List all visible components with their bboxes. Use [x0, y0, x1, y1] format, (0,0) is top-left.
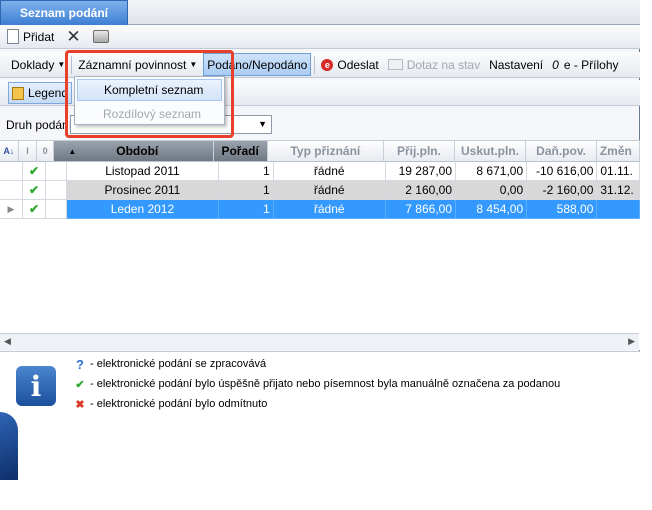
decor-swoosh: [0, 412, 18, 480]
paperclip-icon: 0: [552, 57, 559, 72]
header-label: Daň.pov.: [536, 144, 586, 158]
cell-dan: 588,00: [527, 200, 598, 219]
accepted-check-icon: ✔: [23, 181, 47, 200]
header-label: Uskut.pln.: [460, 144, 519, 158]
accepted-check-icon: ✔: [75, 378, 85, 391]
cell-zmena: 01.11.: [597, 162, 640, 181]
column-header-typ[interactable]: Typ přiznání: [267, 141, 385, 162]
send-icon: e: [321, 58, 334, 71]
cell-obdobi: Listopad 2011: [67, 162, 219, 181]
sort-asc-icon: ▲: [68, 146, 77, 156]
cell-poradi: 1: [218, 181, 274, 200]
legend-item: ? - elektronické podání se zpracovává: [70, 354, 630, 374]
print-button[interactable]: [90, 26, 112, 48]
cell-uskut: 8 671,00: [456, 162, 528, 181]
application-window: Seznam podání Přidat ✕ Doklady ▼ Záznamn…: [0, 0, 641, 480]
legend-text: - elektronické podání se zpracovává: [90, 358, 267, 370]
column-header-prij[interactable]: Přij.pln.: [384, 141, 455, 162]
druh-podani-label: Druh podání: [6, 118, 73, 132]
header-label: Změn: [599, 144, 632, 158]
chevron-down-icon: ▼: [258, 119, 267, 129]
cell-zmena: [597, 200, 640, 219]
column-header-obdobi[interactable]: ▲ Období: [53, 141, 214, 162]
nastaveni-label: Nastavení: [489, 57, 544, 72]
rejected-cross-icon: ✖: [75, 398, 85, 411]
scroll-left-icon[interactable]: ◀: [4, 336, 11, 347]
highlight-callout-box: [65, 50, 234, 138]
cell-poradi: 1: [218, 200, 274, 219]
toolbar-separator: [314, 55, 316, 74]
cell-prij: 7 866,00: [385, 200, 457, 219]
legend-item: ✖ - elektronické podání bylo odmítnuto: [70, 394, 630, 414]
table-row[interactable]: ✔ Listopad 2011 1 řádné 19 287,00 8 671,…: [0, 162, 640, 181]
legend-panel: i ? - elektronické podání se zpracovává …: [0, 351, 640, 480]
attachment-column-header[interactable]: 0: [37, 141, 54, 162]
dotaz-na-stav-button[interactable]: Dotaz na stav: [385, 54, 483, 76]
table-row-selected[interactable]: ▶ ✔ Leden 2012 1 řádné 7 866,00 8 454,00…: [0, 200, 640, 219]
processing-question-icon: ?: [76, 356, 84, 372]
column-header-uskut[interactable]: Uskut.pln.: [454, 141, 527, 162]
info-icon: i: [16, 366, 56, 406]
cell-typ: řádné: [273, 200, 386, 219]
legend-list: ? - elektronické podání se zpracovává ✔ …: [70, 354, 630, 414]
close-icon: ✕: [66, 26, 81, 46]
legend-label: Legend: [27, 86, 68, 100]
header-label: Typ přiznání: [290, 144, 361, 158]
new-document-icon: [7, 29, 19, 44]
cell-prij: 2 160,00: [385, 181, 457, 200]
cell-obdobi: Prosinec 2011: [67, 181, 219, 200]
toolbar-main: Přidat ✕: [0, 25, 640, 49]
column-header-dan[interactable]: Daň.pov.: [526, 141, 597, 162]
header-label: Pořadí: [221, 144, 259, 158]
legend-text: - elektronické podání bylo odmítnuto: [90, 398, 268, 410]
add-button-label: Přidat: [23, 29, 55, 44]
cell-dan: -2 160,00: [527, 181, 598, 200]
cell-uskut: 8 454,00: [456, 200, 528, 219]
status-column-header[interactable]: I: [18, 141, 38, 162]
tab-strip: Seznam podání: [0, 0, 640, 25]
envelope-icon: [387, 59, 403, 70]
cell-uskut: 0,00: [456, 181, 528, 200]
odeslat-button[interactable]: e Odeslat: [318, 54, 381, 76]
doklady-dropdown[interactable]: Doklady ▼: [8, 54, 68, 76]
printer-icon: [92, 30, 109, 43]
dotaz-label: Dotaz na stav: [406, 57, 481, 72]
header-label: Období: [116, 144, 159, 158]
cell-obdobi: Leden 2012: [67, 200, 219, 219]
legend-item: ✔ - elektronické podání bylo úspěšně při…: [70, 374, 630, 394]
cell-zmena: 31.12.: [597, 181, 640, 200]
grid-header: A↓ I 0 ▲ Období Pořadí Typ přiznání Přij.…: [0, 141, 641, 162]
table-row[interactable]: ✔ Prosinec 2011 1 řádné 2 160,00 0,00 -2…: [0, 181, 640, 200]
scroll-right-icon[interactable]: ▶: [628, 336, 635, 347]
prilohy-label: e - Přílohy: [563, 57, 619, 72]
column-header-zmena[interactable]: Změn: [596, 141, 641, 162]
add-button[interactable]: Přidat: [4, 26, 57, 48]
cell-typ: řádné: [273, 162, 386, 181]
nastaveni-button[interactable]: Nastavení: [486, 54, 546, 76]
accepted-check-icon: ✔: [23, 162, 47, 181]
delete-button[interactable]: ✕: [63, 26, 83, 48]
cell-poradi: 1: [218, 162, 274, 181]
cell-prij: 19 287,00: [385, 162, 457, 181]
legend-text: - elektronické podání bylo úspěšně přija…: [90, 378, 561, 390]
header-label: Přij.pln.: [396, 144, 441, 158]
legend-icon: [12, 86, 24, 100]
legend-toggle-button[interactable]: Legend: [8, 82, 72, 104]
row-pointer-icon: ▶: [0, 200, 24, 219]
odeslat-label: Odeslat: [337, 57, 379, 72]
prilohy-button[interactable]: 0 e - Přílohy: [549, 54, 621, 76]
sort-az-icon[interactable]: A↓: [0, 141, 19, 162]
accepted-check-icon: ✔: [23, 200, 47, 219]
tab-seznam-podani[interactable]: Seznam podání: [0, 0, 128, 25]
cell-typ: řádné: [273, 181, 386, 200]
column-header-poradi[interactable]: Pořadí: [213, 141, 268, 162]
tab-label: Seznam podání: [19, 6, 108, 20]
doklady-label: Doklady: [11, 57, 55, 72]
cell-dan: -10 616,00: [527, 162, 598, 181]
horizontal-scrollbar[interactable]: ◀ ▶: [0, 333, 639, 350]
submissions-grid: A↓ I 0 ▲ Období Pořadí Typ přiznání Přij.…: [0, 140, 641, 350]
